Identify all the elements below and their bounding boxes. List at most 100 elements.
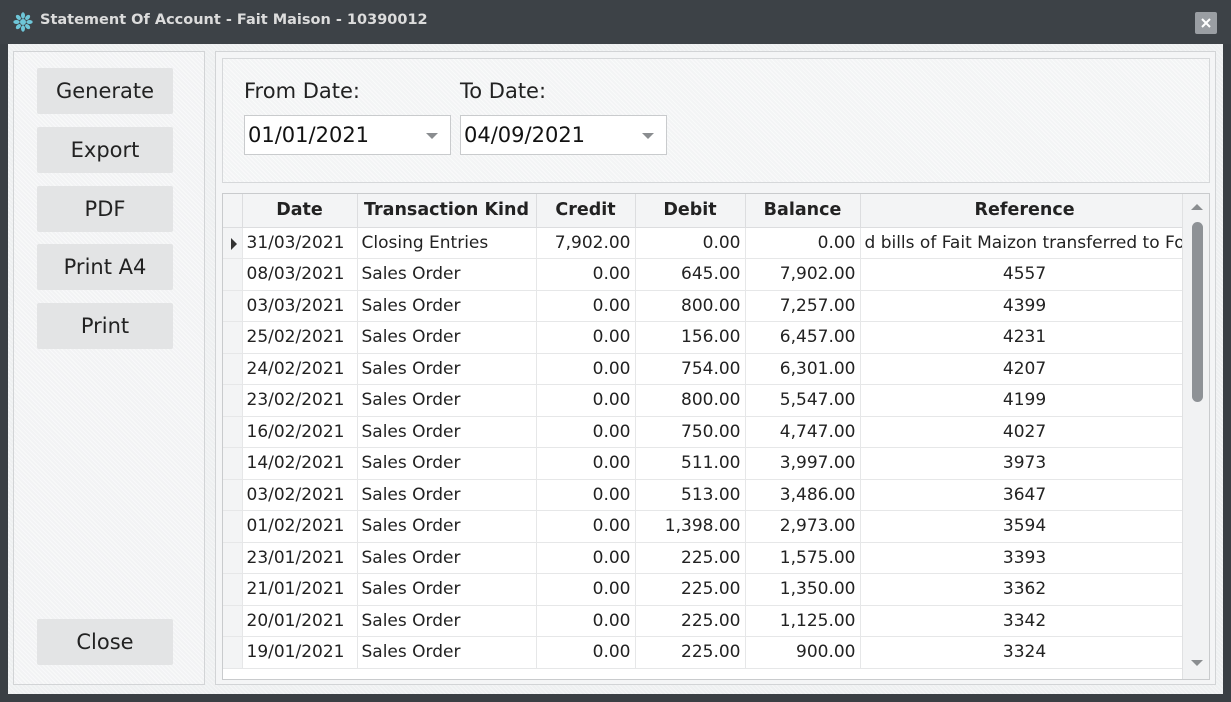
cell-balance[interactable]: 1,350.00 [745,573,861,606]
table-row[interactable]: 03/03/2021 Sales Order 0.00 800.00 7,257.00 4… [223,290,1190,322]
cell-balance[interactable]: 4,747.00 [745,416,861,448]
table-row[interactable]: 08/03/2021 Sales Order 0.00 645.00 7,902.00 4… [223,258,1190,291]
cell-transaction-kind[interactable]: Sales Order [357,605,537,637]
table-row[interactable]: 31/03/2021 Closing Entries 7,902.00 0.00 0.0… [223,227,1190,259]
cell-debit[interactable]: 645.00 [635,258,746,291]
cell-reference[interactable]: d bills of Fait Maizon transferred to Fo [860,227,1190,259]
row-indicator-cell[interactable] [223,321,243,354]
generate-button[interactable]: Generate [37,68,173,114]
cell-transaction-kind[interactable]: Sales Order [357,542,537,574]
chevron-down-icon[interactable] [426,133,438,139]
cell-date[interactable]: 16/02/2021 [242,416,358,448]
row-indicator-cell[interactable] [223,542,243,574]
column-header-debit[interactable]: Debit [635,194,746,228]
cell-debit[interactable]: 513.00 [635,479,746,511]
cell-date[interactable]: 31/03/2021 [242,227,358,259]
print-a4-button[interactable]: Print A4 [37,244,173,290]
to-date-picker[interactable]: 04/09/2021 [460,115,667,155]
cell-balance[interactable]: 3,997.00 [745,447,861,480]
row-indicator-cell[interactable] [223,605,243,637]
print-button[interactable]: Print [37,303,173,349]
cell-date[interactable]: 19/01/2021 [242,636,358,669]
cell-reference[interactable]: 3973 [860,447,1190,480]
cell-debit[interactable]: 1,398.00 [635,510,746,543]
cell-balance[interactable]: 6,457.00 [745,321,861,354]
cell-debit[interactable]: 511.00 [635,447,746,480]
table-row[interactable]: 25/02/2021 Sales Order 0.00 156.00 6,457.00 4… [223,321,1190,354]
scroll-up-icon[interactable] [1191,204,1203,210]
chevron-down-icon[interactable] [642,133,654,139]
cell-balance[interactable]: 6,301.00 [745,353,861,385]
cell-date[interactable]: 14/02/2021 [242,447,358,480]
row-indicator-cell[interactable] [223,290,243,322]
cell-balance[interactable]: 3,486.00 [745,479,861,511]
cell-credit[interactable]: 7,902.00 [536,227,636,259]
row-indicator-cell[interactable] [223,258,243,291]
cell-balance[interactable]: 7,257.00 [745,290,861,322]
cell-transaction-kind[interactable]: Sales Order [357,479,537,511]
cell-debit[interactable]: 156.00 [635,321,746,354]
cell-credit[interactable]: 0.00 [536,447,636,480]
cell-credit[interactable]: 0.00 [536,510,636,543]
cell-transaction-kind[interactable]: Sales Order [357,447,537,480]
cell-credit[interactable]: 0.00 [536,321,636,354]
cell-reference[interactable]: 4199 [860,384,1190,417]
row-indicator-cell[interactable] [223,384,243,417]
table-row[interactable]: 24/02/2021 Sales Order 0.00 754.00 6,301.00 4… [223,353,1190,385]
cell-credit[interactable]: 0.00 [536,258,636,291]
cell-debit[interactable]: 225.00 [635,542,746,574]
cell-balance[interactable]: 0.00 [745,227,861,259]
cell-reference[interactable]: 4027 [860,416,1190,448]
cell-date[interactable]: 23/02/2021 [242,384,358,417]
cell-credit[interactable]: 0.00 [536,290,636,322]
cell-balance[interactable]: 7,902.00 [745,258,861,291]
cell-transaction-kind[interactable]: Sales Order [357,636,537,669]
table-row[interactable]: 23/01/2021 Sales Order 0.00 225.00 1,575.00 3… [223,542,1190,574]
cell-transaction-kind[interactable]: Sales Order [357,510,537,543]
table-row[interactable]: 03/02/2021 Sales Order 0.00 513.00 3,486.00 3… [223,479,1190,511]
title-bar[interactable]: Statement Of Account - Fait Maison - 103… [0,0,1231,44]
cell-reference[interactable]: 4399 [860,290,1190,322]
cell-date[interactable]: 21/01/2021 [242,573,358,606]
cell-transaction-kind[interactable]: Sales Order [357,384,537,417]
cell-debit[interactable]: 225.00 [635,636,746,669]
transactions-grid[interactable]: Date Transaction Kind Credit Debit Balance Re… [222,193,1210,680]
cell-debit[interactable]: 754.00 [635,353,746,385]
cell-debit[interactable]: 750.00 [635,416,746,448]
vertical-scrollbar[interactable] [1182,194,1209,679]
cell-credit[interactable]: 0.00 [536,384,636,417]
cell-reference[interactable]: 4557 [860,258,1190,291]
table-row[interactable]: 23/02/2021 Sales Order 0.00 800.00 5,547.00 4… [223,384,1190,417]
cell-debit[interactable]: 0.00 [635,227,746,259]
cell-date[interactable]: 20/01/2021 [242,605,358,637]
cell-balance[interactable]: 1,125.00 [745,605,861,637]
row-indicator-cell[interactable] [223,416,243,448]
row-indicator-cell[interactable] [223,479,243,511]
cell-date[interactable]: 08/03/2021 [242,258,358,291]
row-indicator-cell[interactable] [223,636,243,669]
cell-transaction-kind[interactable]: Sales Order [357,290,537,322]
column-header-reference[interactable]: Reference [860,194,1190,228]
cell-date[interactable]: 25/02/2021 [242,321,358,354]
table-row[interactable]: 14/02/2021 Sales Order 0.00 511.00 3,997.00 3… [223,447,1190,480]
scroll-thumb[interactable] [1192,222,1203,402]
cell-balance[interactable]: 5,547.00 [745,384,861,417]
row-indicator-cell[interactable] [223,510,243,543]
table-row[interactable]: 20/01/2021 Sales Order 0.00 225.00 1,125.00 3… [223,605,1190,637]
cell-date[interactable]: 24/02/2021 [242,353,358,385]
row-indicator-cell[interactable] [223,353,243,385]
scroll-down-icon[interactable] [1191,660,1203,666]
cell-balance[interactable]: 1,575.00 [745,542,861,574]
cell-reference[interactable]: 4207 [860,353,1190,385]
cell-balance[interactable]: 2,973.00 [745,510,861,543]
column-header-date[interactable]: Date [242,194,358,228]
cell-transaction-kind[interactable]: Closing Entries [357,227,537,259]
window-close-button[interactable] [1195,12,1217,34]
cell-reference[interactable]: 3393 [860,542,1190,574]
cell-debit[interactable]: 225.00 [635,605,746,637]
cell-reference[interactable]: 3362 [860,573,1190,606]
cell-date[interactable]: 03/03/2021 [242,290,358,322]
cell-credit[interactable]: 0.00 [536,636,636,669]
pdf-button[interactable]: PDF [37,186,173,232]
cell-debit[interactable]: 800.00 [635,384,746,417]
